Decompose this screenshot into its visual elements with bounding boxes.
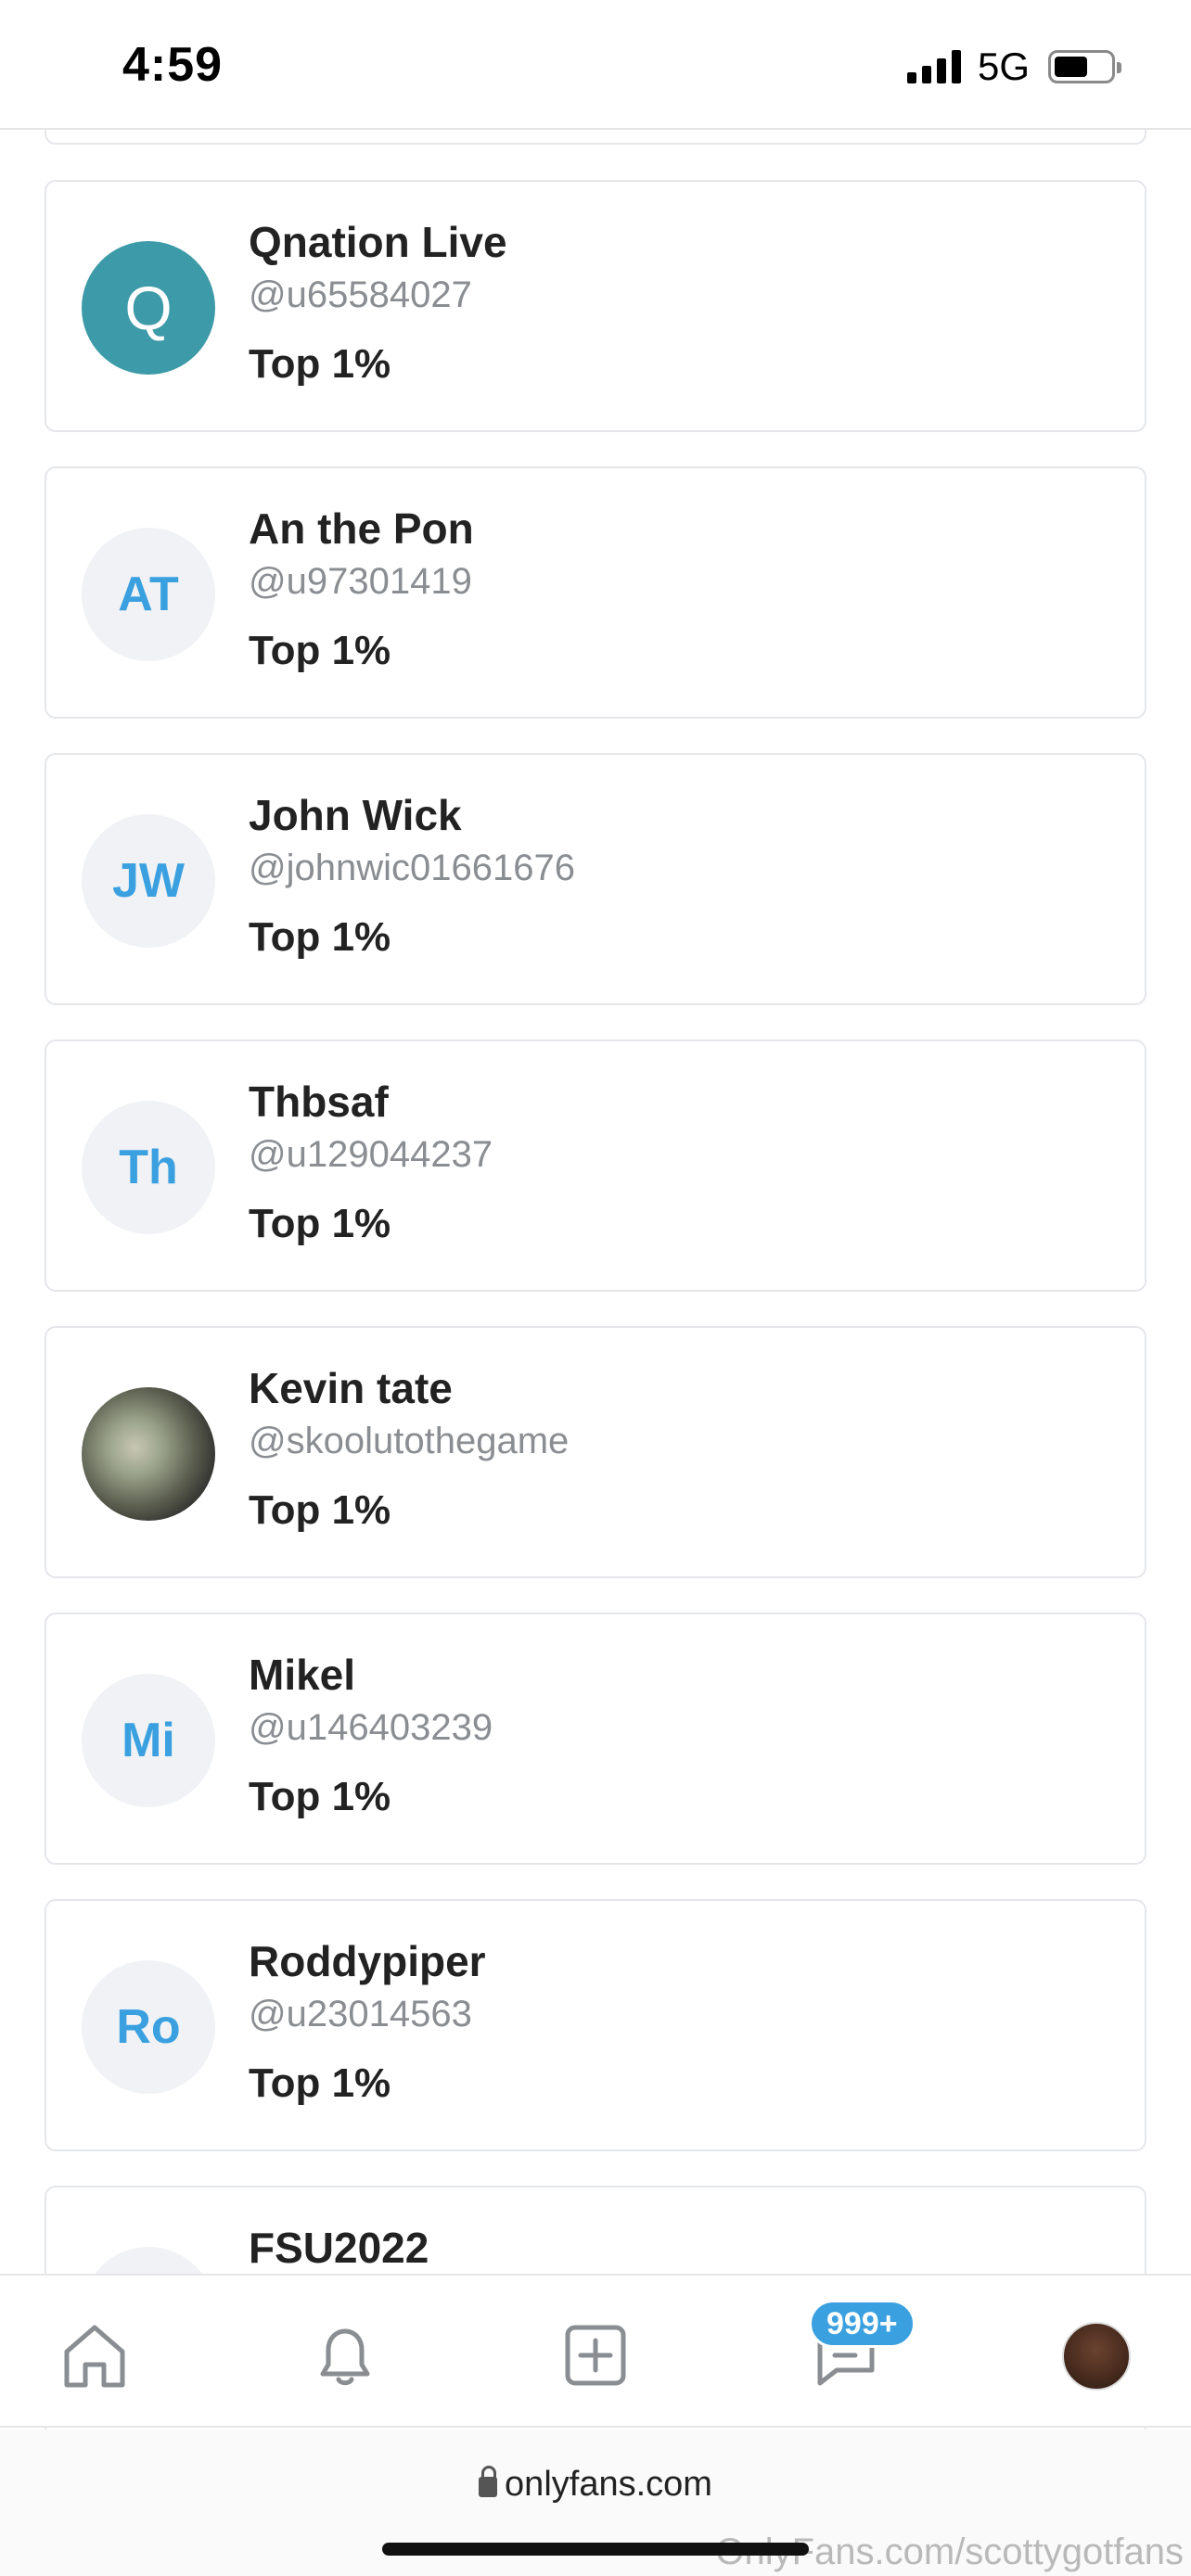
- user-name[interactable]: Thbsaf: [249, 1077, 389, 1127]
- list-item[interactable]: Ro Roddypiper @u23014563 Top 1%: [45, 1899, 1146, 2151]
- avatar[interactable]: Ro: [82, 1960, 215, 2094]
- user-handle: @u23014563: [249, 1994, 472, 2034]
- list-item[interactable]: JW John Wick @johnwic01661676 Top 1%: [45, 753, 1146, 1005]
- avatar[interactable]: AT: [82, 528, 215, 661]
- rank-label: Top 1%: [249, 628, 391, 673]
- user-handle: @u129044237: [249, 1134, 493, 1175]
- battery-icon: [1048, 50, 1121, 83]
- messages-badge[interactable]: 999+: [809, 2300, 916, 2348]
- rank-label: Top 1%: [249, 2060, 391, 2106]
- avatar[interactable]: Th: [82, 1101, 215, 1234]
- browser-bar: onlyfans.com OnlyFans.com/scottygotfans: [0, 2429, 1191, 2576]
- home-indicator[interactable]: [382, 2543, 809, 2556]
- page: 4:59 5G Q Qnation Live @u65584027 Top 1%…: [0, 0, 1191, 2576]
- list-item[interactable]: Kevin tate @skoolutothegame Top 1%: [45, 1326, 1146, 1578]
- list-item[interactable]: Th Thbsaf @u129044237 Top 1%: [45, 1039, 1146, 1292]
- rank-label: Top 1%: [249, 1201, 391, 1246]
- user-handle: @johnwic01661676: [249, 848, 575, 888]
- user-name[interactable]: FSU2022: [249, 2223, 429, 2273]
- user-handle: @u146403239: [249, 1707, 493, 1748]
- bell-icon[interactable]: [308, 2318, 382, 2392]
- user-name[interactable]: Mikel: [249, 1650, 355, 1700]
- add-post-icon[interactable]: [558, 2318, 633, 2392]
- user-handle: @skoolutothegame: [249, 1421, 570, 1461]
- rank-label: Top 1%: [249, 341, 391, 387]
- rank-label: Top 1%: [249, 914, 391, 960]
- url-text[interactable]: onlyfans.com: [505, 2465, 712, 2504]
- bottom-nav: 999+: [0, 2274, 1191, 2428]
- avatar[interactable]: Mi: [82, 1674, 215, 1807]
- home-icon[interactable]: [58, 2318, 132, 2392]
- list-item[interactable]: AT An the Pon @u97301419 Top 1%: [45, 466, 1146, 719]
- lock-icon: [479, 2466, 498, 2497]
- list-item[interactable]: Mi Mikel @u146403239 Top 1%: [45, 1613, 1146, 1865]
- url-bar[interactable]: onlyfans.com: [0, 2465, 1191, 2505]
- user-name[interactable]: Kevin tate: [249, 1363, 453, 1413]
- user-name[interactable]: Roddypiper: [249, 1936, 486, 1986]
- profile-avatar[interactable]: [1062, 2322, 1131, 2391]
- user-name[interactable]: Qnation Live: [249, 217, 507, 267]
- avatar[interactable]: Q: [82, 241, 215, 375]
- user-name[interactable]: An the Pon: [249, 504, 474, 554]
- list-item[interactable]: Q Qnation Live @u65584027 Top 1%: [45, 180, 1146, 432]
- user-handle: @u97301419: [249, 561, 472, 602]
- user-handle: @u65584027: [249, 274, 472, 315]
- network-type: 5G: [977, 45, 1030, 88]
- status-time: 4:59: [122, 38, 224, 92]
- signal-icon: [906, 50, 961, 83]
- user-name[interactable]: John Wick: [249, 790, 462, 840]
- status-bar: 4:59 5G: [0, 0, 1191, 130]
- avatar-photo[interactable]: [82, 1387, 215, 1521]
- rank-label: Top 1%: [249, 1487, 391, 1533]
- status-indicators: 5G: [906, 45, 1121, 89]
- rank-label: Top 1%: [249, 1774, 391, 1819]
- avatar[interactable]: JW: [82, 814, 215, 948]
